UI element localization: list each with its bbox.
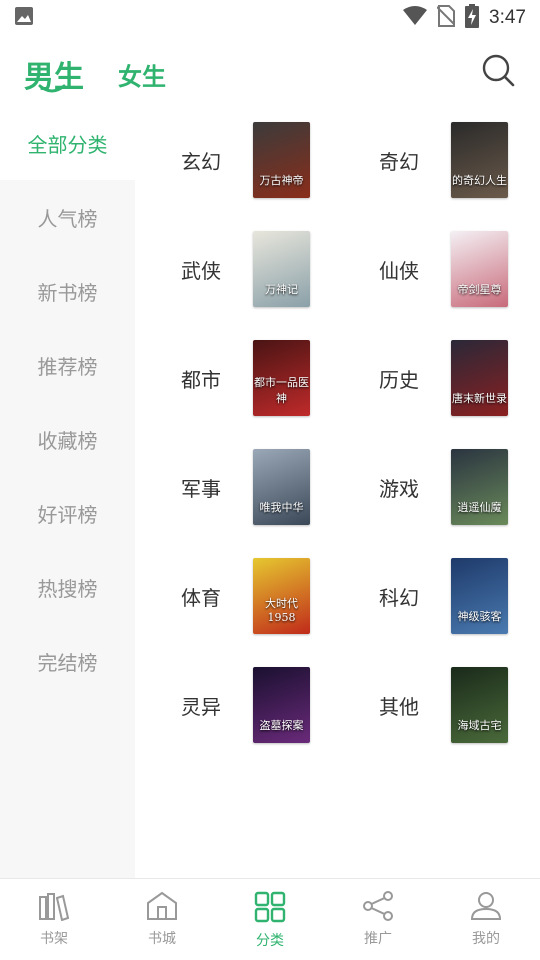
sidebar-item-all-categories[interactable]: 全部分类: [0, 106, 135, 180]
nav-bookshelf[interactable]: 书架: [0, 879, 108, 960]
nav-label: 分类: [256, 933, 284, 949]
search-button[interactable]: [480, 52, 516, 88]
book-cover: 逍遥仙魔: [451, 449, 508, 525]
category-label: 科幻: [379, 586, 419, 610]
active-tab-indicator: [38, 84, 66, 93]
category-label: 仙侠: [379, 259, 419, 283]
category-qihuan[interactable]: 奇幻 的奇幻人生: [333, 118, 513, 198]
nav-label: 书城: [148, 931, 176, 947]
category-youxi[interactable]: 游戏 逍遥仙魔: [333, 445, 513, 525]
category-sidebar: 全部分类 人气榜 新书榜 推荐榜 收藏榜 好评榜 热搜榜 完结榜: [0, 106, 135, 878]
nav-promote[interactable]: 推广: [324, 879, 432, 960]
sidebar-item-completed[interactable]: 完结榜: [0, 624, 135, 698]
category-tiyu[interactable]: 体育 大时代1958: [135, 554, 315, 634]
nav-label: 推广: [364, 931, 392, 947]
sidebar-item-hot-search[interactable]: 热搜榜: [0, 550, 135, 624]
share-icon: [361, 891, 395, 925]
category-wuxia[interactable]: 武侠 万神记: [135, 227, 315, 307]
book-cover: 帝剑星尊: [451, 231, 508, 307]
profile-icon: [469, 891, 503, 925]
sidebar-item-favorites[interactable]: 收藏榜: [0, 402, 135, 476]
category-label: 武侠: [181, 259, 221, 283]
category-label: 玄幻: [181, 150, 221, 174]
category-label: 其他: [379, 695, 419, 719]
category-label: 都市: [181, 368, 221, 392]
category-label: 灵异: [181, 695, 221, 719]
category-lingyi[interactable]: 灵异 盗墓探案: [135, 663, 315, 743]
category-label: 历史: [379, 368, 419, 392]
category-kehuan[interactable]: 科幻 神级骇客: [333, 554, 513, 634]
no-sim-icon: [436, 5, 456, 31]
search-icon: [480, 54, 516, 92]
battery-charging-icon: [465, 4, 480, 32]
category-qita[interactable]: 其他 海域古宅: [333, 663, 513, 743]
category-grid: 玄幻 万古神帝 奇幻 的奇幻人生 武侠 万神记 仙侠 帝剑星尊 都市 都市一品医…: [135, 106, 540, 878]
category-icon: [253, 891, 287, 927]
gallery-notification-icon: [14, 6, 34, 30]
nav-category[interactable]: 分类: [216, 879, 324, 960]
book-cover: 的奇幻人生: [451, 122, 508, 198]
wifi-icon: [403, 6, 428, 30]
sidebar-item-top-rated[interactable]: 好评榜: [0, 476, 135, 550]
category-junshi[interactable]: 军事 唯我中华: [135, 445, 315, 525]
book-cover: 万神记: [253, 231, 310, 307]
tab-female[interactable]: 女生: [118, 57, 166, 92]
sidebar-item-popularity[interactable]: 人气榜: [0, 180, 135, 254]
nav-label: 书架: [40, 931, 68, 947]
category-label: 游戏: [379, 477, 419, 501]
book-cover: 海域古宅: [451, 667, 508, 743]
book-cover: 大时代1958: [253, 558, 310, 634]
category-label: 军事: [181, 477, 221, 501]
bookshelf-icon: [37, 891, 71, 925]
category-label: 体育: [181, 586, 221, 610]
book-cover: 都市一品医神: [253, 340, 310, 416]
clock: 3:47: [489, 7, 526, 28]
category-lishi[interactable]: 历史 唐末新世录: [333, 336, 513, 416]
book-cover: 唐末新世录: [451, 340, 508, 416]
category-label: 奇幻: [379, 150, 419, 174]
book-cover: 神级骇客: [451, 558, 508, 634]
sidebar-item-recommended[interactable]: 推荐榜: [0, 328, 135, 402]
nav-label: 我的: [472, 931, 500, 947]
book-cover: 万古神帝: [253, 122, 310, 198]
bottom-nav: 书架 书城 分类 推广 我的: [0, 878, 540, 960]
nav-bookstore[interactable]: 书城: [108, 879, 216, 960]
book-cover: 盗墓探案: [253, 667, 310, 743]
category-xuanhuan[interactable]: 玄幻 万古神帝: [135, 118, 315, 198]
sidebar-item-new-books[interactable]: 新书榜: [0, 254, 135, 328]
header: 男生 女生: [0, 36, 540, 106]
book-cover: 唯我中华: [253, 449, 310, 525]
category-xianxia[interactable]: 仙侠 帝剑星尊: [333, 227, 513, 307]
nav-profile[interactable]: 我的: [432, 879, 540, 960]
status-bar: 3:47: [0, 0, 540, 36]
category-dushi[interactable]: 都市 都市一品医神: [135, 336, 315, 416]
bookstore-icon: [145, 891, 179, 925]
